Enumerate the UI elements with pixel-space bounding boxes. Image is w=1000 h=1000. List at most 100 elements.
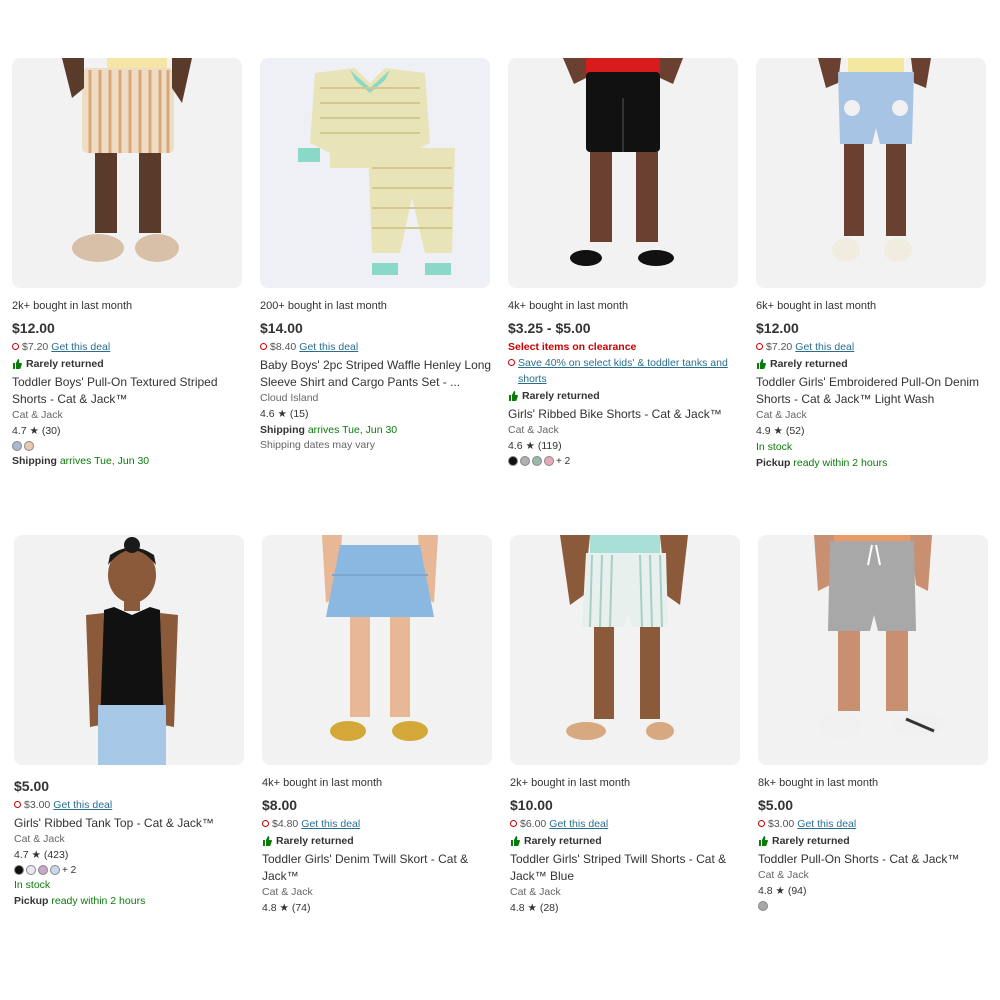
- bought-count: 2k+ bought in last month: [12, 300, 133, 312]
- deal-row: $8.40 Get this deal: [260, 339, 492, 355]
- bought-count: 2k+ bought in last month: [510, 777, 631, 789]
- deal-price: $7.20: [22, 341, 49, 353]
- product-card[interactable]: 4k+ bought in last month $8.00 $4.80 Get…: [262, 535, 494, 923]
- color-swatch[interactable]: [532, 456, 542, 466]
- deal-row: $3.00 Get this deal: [14, 797, 246, 813]
- shipping-info: Shipping arrives Tue, Jun 30: [12, 455, 150, 467]
- product-image[interactable]: [12, 58, 242, 288]
- rarely-returned-badge: Rarely returned: [756, 356, 988, 372]
- color-swatches: + 2: [508, 454, 740, 468]
- product-image[interactable]: [758, 535, 988, 765]
- promo-link[interactable]: Save 40% on select kids' & toddler tanks…: [518, 355, 740, 387]
- price: $14.00: [260, 320, 303, 336]
- target-circle-icon: [508, 359, 515, 366]
- product-title[interactable]: Girls' Ribbed Bike Shorts - Cat & Jack™: [508, 406, 740, 423]
- color-swatch[interactable]: [14, 865, 24, 875]
- product-title[interactable]: Toddler Pull-On Shorts - Cat & Jack™: [758, 851, 990, 868]
- price: $3.25 - $5.00: [508, 320, 591, 336]
- rating: 4.8 ★ (28): [510, 902, 559, 914]
- more-colors[interactable]: + 2: [62, 865, 76, 876]
- shipping-info: Shipping arrives Tue, Jun 30: [260, 424, 398, 436]
- color-swatches: [12, 439, 244, 453]
- price: $12.00: [756, 320, 799, 336]
- deal-row: $4.80 Get this deal: [262, 816, 494, 832]
- get-deal-link[interactable]: Get this deal: [301, 816, 360, 832]
- color-swatch[interactable]: [12, 441, 22, 451]
- brand: Cat & Jack: [262, 886, 313, 898]
- product-image[interactable]: [14, 535, 244, 765]
- get-deal-link[interactable]: Get this deal: [51, 339, 110, 355]
- product-card[interactable]: 6k+ bought in last month $12.00 $7.20 Ge…: [756, 58, 988, 471]
- rating: 4.7 ★ (30): [12, 425, 61, 437]
- product-title[interactable]: Toddler Girls' Denim Twill Skort - Cat &…: [262, 851, 494, 885]
- thumbs-up-icon: [511, 836, 520, 846]
- rating: 4.8 ★ (94): [758, 885, 807, 897]
- brand: Cat & Jack: [756, 409, 807, 421]
- rarely-returned-badge: Rarely returned: [508, 388, 740, 404]
- thumbs-up-icon: [263, 836, 272, 846]
- rating: 4.8 ★ (74): [262, 902, 311, 914]
- brand: Cat & Jack: [14, 833, 65, 845]
- deal-price: $4.80: [272, 818, 299, 830]
- bought-count: 4k+ bought in last month: [508, 300, 629, 312]
- color-swatch[interactable]: [544, 456, 554, 466]
- more-colors[interactable]: + 2: [556, 456, 570, 467]
- product-title[interactable]: Baby Boys' 2pc Striped Waffle Henley Lon…: [260, 357, 492, 391]
- get-deal-link[interactable]: Get this deal: [797, 816, 856, 832]
- color-swatch[interactable]: [758, 901, 768, 911]
- brand: Cat & Jack: [508, 424, 559, 436]
- brand: Cat & Jack: [510, 886, 561, 898]
- rating: 4.6 ★ (15): [260, 408, 309, 420]
- product-image[interactable]: [260, 58, 490, 288]
- color-swatch[interactable]: [24, 441, 34, 451]
- rarely-returned-badge: Rarely returned: [262, 833, 494, 849]
- get-deal-link[interactable]: Get this deal: [53, 797, 112, 813]
- rarely-returned-badge: Rarely returned: [758, 833, 990, 849]
- color-swatch[interactable]: [508, 456, 518, 466]
- rating: 4.9 ★ (52): [756, 425, 805, 437]
- product-image[interactable]: [756, 58, 986, 288]
- target-circle-icon: [260, 343, 267, 350]
- product-title[interactable]: Toddler Girls' Striped Twill Shorts - Ca…: [510, 851, 742, 885]
- deal-row: $7.20 Get this deal: [756, 339, 988, 355]
- product-image[interactable]: [510, 535, 740, 765]
- target-circle-icon: [758, 820, 765, 827]
- color-swatch[interactable]: [520, 456, 530, 466]
- product-card[interactable]: 4k+ bought in last month $3.25 - $5.00 S…: [508, 58, 740, 468]
- price: $12.00: [12, 320, 55, 336]
- get-deal-link[interactable]: Get this deal: [549, 816, 608, 832]
- stock-status: In stock: [14, 879, 51, 891]
- stock-status: In stock: [756, 441, 793, 453]
- product-card[interactable]: 200+ bought in last month $14.00 $8.40 G…: [260, 58, 492, 452]
- shipping-note: Shipping dates may vary: [260, 439, 375, 451]
- product-image[interactable]: [262, 535, 492, 765]
- product-card[interactable]: 2k+ bought in last month $12.00 $7.20 Ge…: [12, 58, 244, 469]
- price: $5.00: [14, 778, 50, 794]
- product-image[interactable]: [508, 58, 738, 288]
- thumbs-up-icon: [509, 391, 518, 401]
- product-title[interactable]: Girls' Ribbed Tank Top - Cat & Jack™: [14, 815, 246, 832]
- color-swatch[interactable]: [26, 865, 36, 875]
- product-card[interactable]: 2k+ bought in last month $10.00 $6.00 Ge…: [510, 535, 742, 923]
- product-card[interactable]: 8k+ bought in last month $5.00 $3.00 Get…: [758, 535, 990, 920]
- pickup-info: Pickup ready within 2 hours: [14, 895, 146, 907]
- brand: Cat & Jack: [758, 869, 809, 881]
- get-deal-link[interactable]: Get this deal: [795, 339, 854, 355]
- brand: Cloud Island: [260, 392, 319, 404]
- color-swatch[interactable]: [50, 865, 60, 875]
- bought-count: 8k+ bought in last month: [758, 777, 879, 789]
- product-title[interactable]: Toddler Boys' Pull-On Textured Striped S…: [12, 374, 244, 408]
- deal-price: $3.00: [768, 818, 795, 830]
- deal-row: $6.00 Get this deal: [510, 816, 742, 832]
- price: $5.00: [758, 797, 794, 813]
- deal-price: $7.20: [766, 341, 793, 353]
- color-swatch[interactable]: [38, 865, 48, 875]
- target-circle-icon: [12, 343, 19, 350]
- product-card[interactable]: $5.00 $3.00 Get this deal Girls' Ribbed …: [14, 535, 246, 916]
- get-deal-link[interactable]: Get this deal: [299, 339, 358, 355]
- deal-price: $6.00: [520, 818, 547, 830]
- product-title[interactable]: Toddler Girls' Embroidered Pull-On Denim…: [756, 374, 988, 408]
- target-circle-icon: [262, 820, 269, 827]
- rarely-returned-badge: Rarely returned: [510, 833, 742, 849]
- clearance-label: Select items on clearance: [508, 341, 637, 353]
